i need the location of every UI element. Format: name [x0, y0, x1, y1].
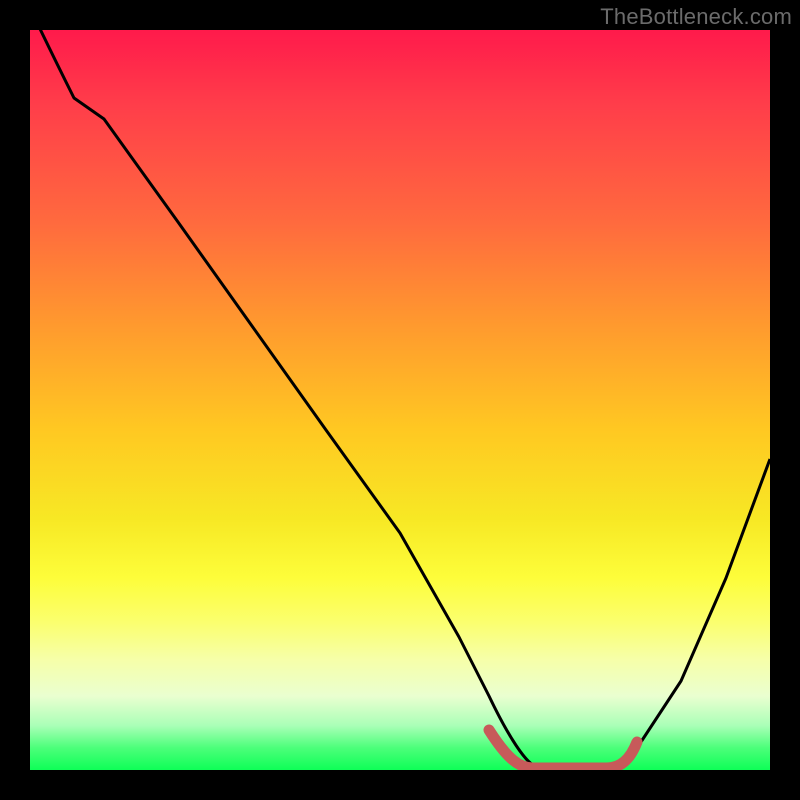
bottleneck-curve-svg [30, 30, 770, 770]
outer-frame: TheBottleneck.com [0, 0, 800, 800]
bottleneck-curve-path [30, 30, 770, 770]
gradient-plot-area [30, 30, 770, 770]
watermark-text: TheBottleneck.com [600, 4, 792, 30]
